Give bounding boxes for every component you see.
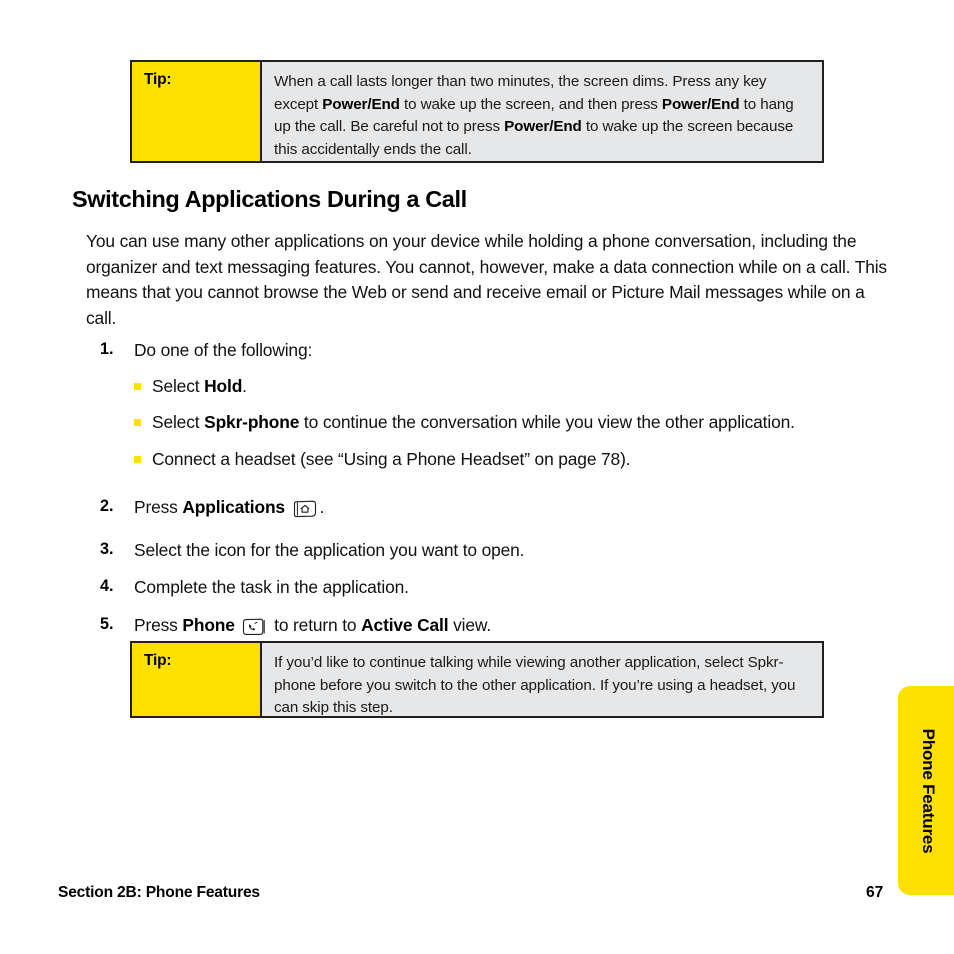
footer-page-number: 67 xyxy=(866,884,884,901)
intro-paragraph: You can use many other applications on y… xyxy=(86,231,887,328)
procedure-steps: 1. Do one of the following: Select Hold. Se… xyxy=(100,338,900,655)
tip-box-bottom: Tip: If you’d like to continue talking w… xyxy=(130,641,824,718)
tip-body-cell: When a call lasts longer than two minute… xyxy=(262,62,822,161)
square-bullet-icon xyxy=(134,419,152,426)
step-sub-item: Connect a headset (see “Using a Phone He… xyxy=(134,447,900,473)
page-title: Switching Applications During a Call xyxy=(72,186,467,212)
step-text: Do one of the following: xyxy=(134,340,313,360)
step-sub-list: Select Hold. Select Spkr-phone to continu… xyxy=(134,374,900,473)
section-thumb-tab-label: Phone Features xyxy=(919,728,938,853)
step-number: 5. xyxy=(100,614,114,633)
square-bullet-icon xyxy=(134,382,152,390)
step-text: Complete the task in the application. xyxy=(134,577,409,597)
procedure-step: 3. Select the icon for the application yo… xyxy=(100,538,900,564)
tip-body-text: When a call lasts longer than two minute… xyxy=(274,73,794,158)
document-page: Tip: When a call lasts longer than two m… xyxy=(0,0,954,954)
step-number: 3. xyxy=(100,539,114,558)
applications-key-icon xyxy=(292,500,318,526)
step-sub-text: Connect a headset (see “Using a Phone He… xyxy=(152,448,631,469)
section-thumb-tab: Phone Features xyxy=(898,686,954,895)
square-bullet-icon xyxy=(134,455,152,463)
procedure-step: 1. Do one of the following: Select Hold. Se… xyxy=(100,338,900,483)
tip-box-top: Tip: When a call lasts longer than two m… xyxy=(130,60,824,163)
tip-label-cell: Tip: xyxy=(132,643,262,716)
step-number: 4. xyxy=(100,577,114,595)
step-number: 1. xyxy=(100,340,114,358)
step-sub-item: Select Spkr-phone to continue the conver… xyxy=(134,410,900,436)
tip-label: Tip: xyxy=(144,652,172,669)
step-sub-text: Select Spkr-phone to continue the conver… xyxy=(152,412,795,432)
tip-body-text: If you’d like to continue talking while … xyxy=(274,654,796,716)
step-sub-item: Select Hold. xyxy=(134,374,900,400)
tip-body-cell: If you’d like to continue talking while … xyxy=(262,643,822,716)
step-sub-text: Select Hold. xyxy=(152,375,247,396)
step-text: Select the icon for the application you … xyxy=(134,539,525,560)
tip-label-cell: Tip: xyxy=(132,62,262,161)
tip-label: Tip: xyxy=(144,71,172,88)
procedure-step: 4. Complete the task in the application. xyxy=(100,575,900,601)
procedure-step: 5. Press Phone to return to Active Call v… xyxy=(100,613,900,644)
procedure-step: 2. Press Applications . xyxy=(100,495,900,526)
step-text: Press Applications . xyxy=(134,495,900,526)
step-number: 2. xyxy=(100,497,114,515)
step-text: Press Phone to return to Active Call vie… xyxy=(134,613,900,644)
phone-key-icon xyxy=(241,618,267,644)
footer-section-label: Section 2B: Phone Features xyxy=(58,884,260,901)
